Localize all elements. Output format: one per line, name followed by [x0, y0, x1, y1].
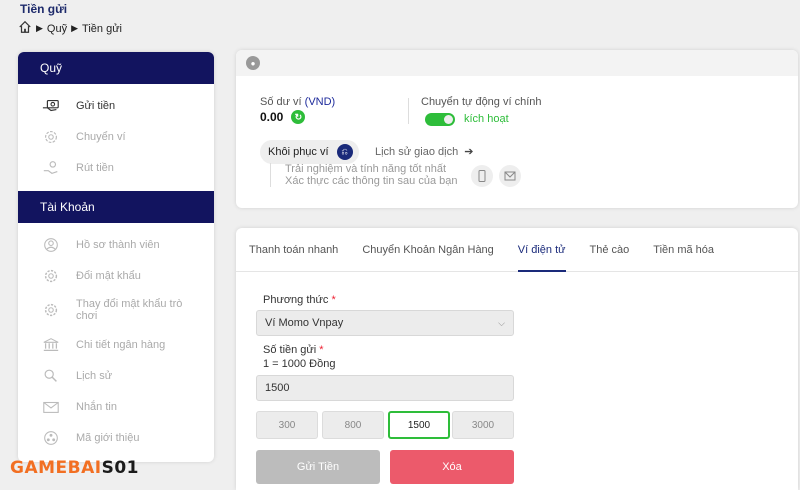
sidebar: Quỹ Gửi tiền Chuyển ví Rút tiền Tài Khoả…: [18, 52, 214, 462]
mail-icon[interactable]: [499, 165, 521, 187]
sidebar-item-referral[interactable]: Mã giới thiệu: [18, 422, 214, 453]
sidebar-item-label: Rút tiền: [76, 161, 114, 174]
mail-icon: [40, 398, 62, 416]
tab-e-wallet[interactable]: Ví điện tử: [517, 228, 566, 272]
sidebar-item-deposit[interactable]: Gửi tiền: [18, 90, 214, 121]
chevron-down-icon: ⌵: [498, 317, 505, 328]
breadcrumb-separator: ▶: [71, 23, 79, 33]
tab-bank-transfer[interactable]: Chuyển Khoản Ngân Hàng: [362, 228, 493, 272]
transaction-history-link[interactable]: Lịch sử giao dịch ➔: [375, 145, 473, 158]
sidebar-item-label: Hồ sơ thành viên: [76, 238, 160, 251]
auto-transfer-label: Chuyển tự động ví chính: [421, 96, 542, 108]
divider: [408, 98, 409, 124]
sidebar-item-label: Đổi mật khẩu: [76, 269, 141, 282]
verification-buttons: [471, 165, 521, 187]
clear-button[interactable]: Xóa: [390, 450, 514, 484]
breadcrumb-item-fund[interactable]: Quỹ: [47, 23, 67, 35]
bank-icon: [40, 336, 62, 354]
balance-label-text: Số dư ví: [260, 96, 302, 108]
sidebar-item-label: Nhắn tin: [76, 400, 117, 413]
method-label-text: Phương thức: [263, 294, 329, 306]
amount-input[interactable]: 1500: [256, 375, 514, 401]
watermark-part1: GAMEBAI: [10, 458, 102, 478]
tab-quick-pay[interactable]: Thanh toán nhanh: [249, 228, 338, 272]
bell-icon[interactable]: ●: [246, 56, 260, 70]
quick-amount-1500[interactable]: 1500: [388, 411, 450, 439]
sidebar-item-label: Thay đổi mật khẩu trò chơi: [76, 298, 183, 322]
gear-icon: [40, 301, 62, 319]
phone-icon[interactable]: [471, 165, 493, 187]
transfer-gear-icon: [40, 128, 62, 146]
watermark-part2: S01: [101, 458, 139, 478]
money-hand-icon: [40, 97, 62, 115]
payment-tabs: Thanh toán nhanh Chuyển Khoản Ngân Hàng …: [236, 228, 798, 272]
wallet-card: ● Số dư ví (VND) 0.00 ↻ Chuyển tự động v…: [236, 50, 798, 208]
sidebar-item-label: Gửi tiền: [76, 99, 116, 112]
home-icon[interactable]: [18, 20, 32, 37]
sidebar-item-withdraw[interactable]: Rút tiền: [18, 152, 214, 183]
method-select-value: Ví Momo Vnpay: [265, 317, 344, 329]
page-title: Tiền gửi: [20, 2, 68, 16]
quick-amount-300[interactable]: 300: [256, 411, 318, 439]
tab-crypto[interactable]: Tiền mã hóa: [653, 228, 714, 272]
sidebar-item-bank-details[interactable]: Chi tiết ngân hàng: [18, 329, 214, 360]
sidebar-item-transfer[interactable]: Chuyển ví: [18, 121, 214, 152]
sidebar-item-messages[interactable]: Nhắn tin: [18, 391, 214, 422]
sidebar-item-label: Chuyển ví: [76, 130, 126, 143]
method-select[interactable]: Ví Momo Vnpay ⌵: [256, 310, 514, 336]
sidebar-item-profile[interactable]: Hồ sơ thành viên: [18, 229, 214, 260]
sidebar-item-change-game-password[interactable]: Thay đổi mật khẩu trò chơi: [18, 291, 214, 329]
gear-icon: [40, 267, 62, 285]
user-icon: [40, 236, 62, 254]
balance-value: 0.00 ↻: [260, 110, 306, 124]
amount-label: Số tiền gửi *: [263, 344, 324, 356]
method-label: Phương thức *: [263, 294, 336, 306]
required-mark: *: [319, 344, 324, 356]
sidebar-item-history[interactable]: Lịch sử: [18, 360, 214, 391]
restore-wallet-label: Khôi phục ví: [268, 146, 329, 158]
submit-deposit-button[interactable]: Gửi Tiền: [256, 450, 380, 484]
refresh-icon[interactable]: ↻: [291, 110, 306, 124]
search-icon: [40, 367, 62, 385]
sidebar-item-label: Chi tiết ngân hàng: [76, 338, 166, 351]
auto-transfer-toggle[interactable]: [425, 113, 455, 126]
balance-unit: (VND): [304, 96, 336, 108]
sidebar-header-account: Tài Khoản: [18, 191, 214, 223]
balance-label: Số dư ví (VND): [260, 96, 335, 108]
quick-amount-3000[interactable]: 3000: [452, 411, 514, 439]
withdraw-hand-icon: [40, 159, 62, 177]
sidebar-item-label: Mã giới thiệu: [76, 431, 140, 444]
tab-scratch-card[interactable]: Thẻ cào: [590, 228, 630, 272]
balance-amount: 0.00: [260, 110, 284, 124]
required-mark: *: [331, 294, 336, 306]
watermark-logo: GAMEBAIS01: [10, 458, 139, 478]
sidebar-header-fund: Quỹ: [18, 52, 214, 84]
rate-text: 1 = 1000 Đồng: [263, 358, 336, 370]
hint-line-2: Xác thực các thông tin sau của bạn: [285, 175, 458, 187]
sidebar-item-label: Lịch sử: [76, 369, 113, 382]
breadcrumb-item-deposit: Tiền gửi: [82, 22, 123, 35]
restore-wallet-button[interactable]: Khôi phục ví ⎌: [260, 140, 359, 164]
notification-strip: ●: [236, 50, 798, 76]
deposit-form-card: Thanh toán nhanh Chuyển Khoản Ngân Hàng …: [236, 228, 798, 490]
sidebar-item-change-password[interactable]: Đổi mật khẩu: [18, 260, 214, 291]
breadcrumb: ▶ Quỹ ▶ Tiền gửi: [18, 20, 122, 37]
verification-hint: Trải nghiệm và tính năng tốt nhất Xác th…: [270, 163, 457, 187]
quick-amount-800[interactable]: 800: [322, 411, 384, 439]
transaction-history-label: Lịch sử giao dịch: [375, 146, 459, 158]
auto-transfer-status: kích hoạt: [464, 113, 509, 125]
share-icon: [40, 429, 62, 447]
restore-icon: ⎌: [336, 144, 353, 160]
breadcrumb-separator: ▶: [36, 23, 43, 33]
amount-label-text: Số tiền gửi: [263, 344, 317, 356]
arrow-right-icon: ➔: [464, 146, 474, 158]
hint-line-1: Trải nghiệm và tính năng tốt nhất: [285, 163, 447, 175]
